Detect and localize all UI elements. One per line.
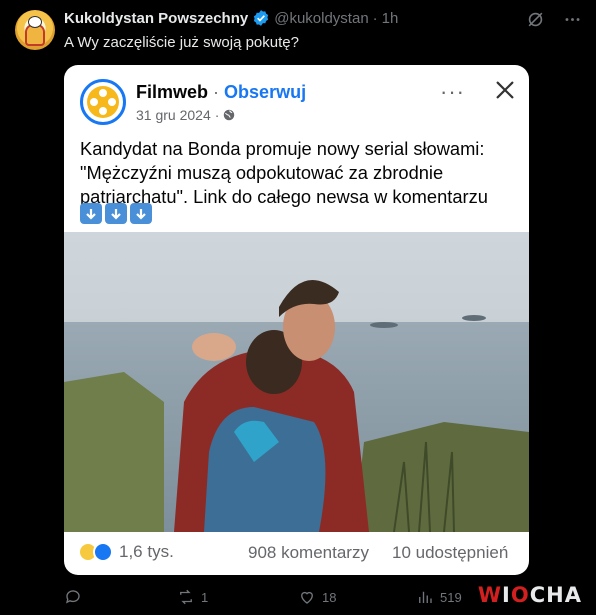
views-action[interactable]: 519	[416, 588, 462, 606]
arrow-down-icon	[130, 203, 152, 224]
retweet-count: 1	[201, 589, 209, 605]
comments-count[interactable]: 908 komentarzy	[248, 543, 369, 563]
post-date-row: 31 gru 2024 ·	[136, 107, 235, 123]
page-name[interactable]: Filmweb	[136, 82, 208, 102]
embedded-facebook-post[interactable]: Filmweb · Obserwuj 31 gru 2024 · ··· Kan…	[64, 65, 529, 575]
shares-count[interactable]: 10 udostępnień	[392, 543, 508, 563]
date-separator: ·	[214, 107, 220, 123]
photo-grass-left	[64, 372, 164, 532]
follow-button[interactable]: Obserwuj	[224, 82, 306, 102]
globe-icon	[224, 109, 235, 121]
like-reaction-icon	[93, 542, 113, 562]
grok-icon[interactable]	[526, 10, 545, 29]
more-icon[interactable]	[563, 10, 582, 29]
reaction-icons	[78, 542, 113, 562]
views-count: 519	[440, 589, 462, 605]
avatar-figure-face	[28, 16, 42, 28]
arrow-down-icon	[80, 203, 102, 224]
retweet-icon	[180, 589, 192, 605]
top-right-icons	[526, 10, 582, 29]
author-handle[interactable]: @kukoldystan	[274, 10, 368, 27]
reel-hole	[99, 89, 107, 97]
heart-icon	[301, 591, 313, 604]
filmweb-logo[interactable]	[80, 79, 126, 125]
arrow-down-emojis	[80, 203, 152, 224]
photo-man-hand	[192, 333, 236, 361]
page-name-row: Filmweb · Obserwuj	[136, 82, 306, 103]
like-action[interactable]: 18	[298, 588, 336, 606]
reel-hole	[108, 98, 116, 106]
photo-island	[370, 322, 398, 328]
reply-icon	[65, 590, 80, 604]
like-count: 18	[322, 589, 337, 605]
views-icon	[419, 591, 432, 603]
tweet-text: A Wy zaczęliście już swoją pokutę?	[64, 34, 299, 51]
author-name[interactable]: Kukoldystan Powszechny	[64, 10, 248, 27]
reactions-count: 1,6 tys.	[119, 542, 174, 561]
arrow-down-icon	[105, 203, 127, 224]
post-text: Kandydat na Bonda promuje nowy serial sł…	[80, 138, 488, 207]
tweet-time[interactable]: 1h	[382, 10, 399, 27]
tweet: Kukoldystan Powszechny @kukoldystan · 1h…	[0, 0, 596, 615]
post-photo[interactable]	[64, 232, 529, 532]
tweet-header: Kukoldystan Powszechny @kukoldystan · 1h	[64, 9, 398, 27]
page-separator: ·	[213, 82, 220, 102]
wiocha-watermark: WIOCHA	[477, 583, 582, 607]
filmweb-logo-reel	[87, 86, 119, 118]
verified-badge-icon	[254, 10, 269, 26]
avatar[interactable]	[15, 10, 55, 50]
reel-hole	[90, 98, 98, 106]
close-icon[interactable]	[494, 79, 516, 101]
post-date[interactable]: 31 gru 2024	[136, 107, 211, 123]
reactions-summary[interactable]: 1,6 tys.	[78, 542, 174, 562]
reply-action[interactable]	[64, 588, 88, 606]
reel-hole	[99, 107, 107, 115]
photo-grass-right	[354, 422, 529, 532]
retweet-action[interactable]: 1	[177, 588, 208, 606]
post-more-icon[interactable]: ···	[440, 81, 465, 103]
header-separator: ·	[372, 9, 378, 27]
photo-island	[462, 315, 486, 321]
